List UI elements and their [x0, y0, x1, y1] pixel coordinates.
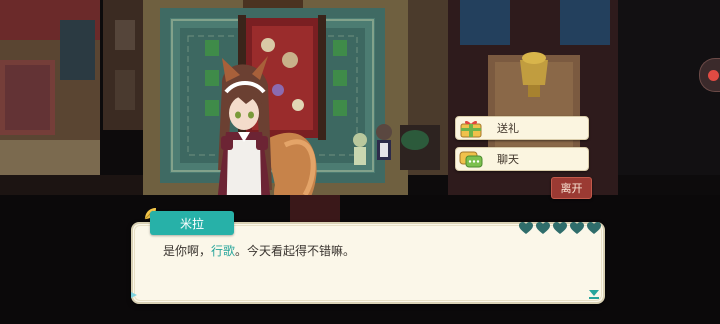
dialogue-text: 是你啊，行歌。今天看起得不错嘛。: [163, 242, 355, 259]
dialogue-text-before: 是你啊，: [163, 244, 212, 258]
gift-icon: [460, 120, 482, 138]
gift-label: 送礼: [497, 122, 519, 135]
notification-dot: [708, 70, 719, 81]
leave-button[interactable]: 离开: [551, 177, 592, 199]
heart-icon: [536, 222, 550, 234]
heart-icon: [587, 222, 601, 234]
heart-icon: [570, 222, 584, 234]
dialogue-text-highlight: 行歌: [211, 244, 236, 258]
corner-marker-icon: [131, 292, 137, 298]
chat-button[interactable]: 聊天: [455, 147, 589, 171]
chat-bubble-icon: [459, 151, 483, 168]
speaker-name-tag: 米拉: [150, 211, 234, 235]
heart-icon: [519, 222, 533, 234]
gift-button[interactable]: 送礼: [455, 116, 589, 140]
speaker-name: 米拉: [179, 216, 204, 231]
dialogue-text-after: 。今天看起得不错嘛。: [235, 244, 356, 258]
chat-label: 聊天: [497, 153, 519, 166]
next-arrow-icon[interactable]: [588, 289, 600, 299]
affection-hearts: [519, 222, 603, 235]
heart-icon: [553, 222, 567, 234]
